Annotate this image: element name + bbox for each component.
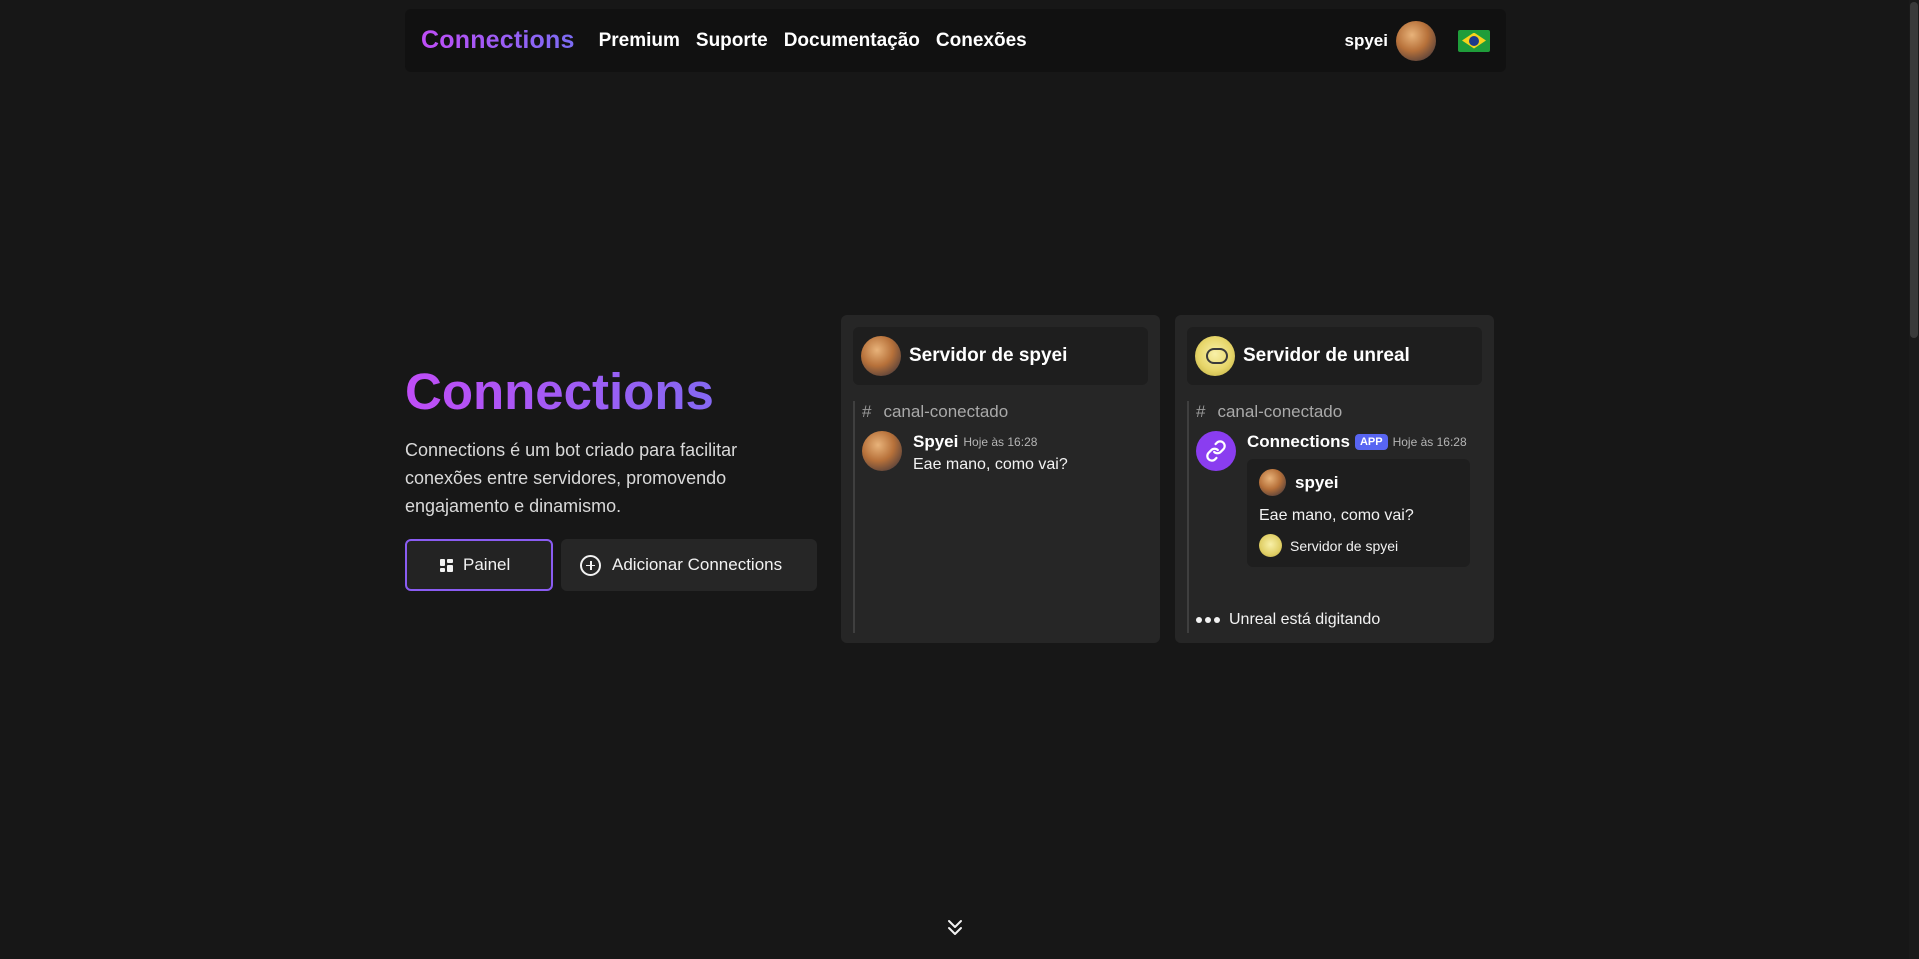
username[interactable]: spyei [1345,31,1388,51]
brazil-flag-icon[interactable] [1458,29,1490,52]
chat-message: Spyei Hoje às 16:28 Eae mano, como vai? [862,431,1148,474]
message-timestamp: Hoje às 16:28 [963,435,1038,449]
channel-body: # canal-conectado Spyei Hoje às 16:28 Ea… [853,401,1148,633]
plus-circle-icon [580,554,601,576]
add-connections-button[interactable]: Adicionar Connections [561,539,817,591]
server-icon [861,336,901,376]
nav-link-premium[interactable]: Premium [599,30,680,52]
server-header: Servidor de unreal [1187,327,1482,385]
server-header: Servidor de spyei [853,327,1148,385]
hash-icon: # [1196,402,1206,421]
typing-text: Unreal está digitando [1229,611,1381,628]
user-menu[interactable]: spyei [1345,20,1490,61]
embed-text: Eae mano, como vai? [1259,507,1414,524]
embed-footer-text: Servidor de spyei [1290,537,1399,554]
painel-button[interactable]: Painel [405,539,553,591]
message-author: Spyei [913,432,959,451]
nav-link-conexoes[interactable]: Conexões [936,30,1027,52]
channel-name: canal-conectado [883,402,1009,421]
double-chevron-down-icon[interactable] [946,918,964,938]
message-avatar [862,431,902,471]
user-avatar[interactable] [1396,20,1436,61]
embed-footer-icon [1259,534,1282,557]
page-scrollbar[interactable] [1909,0,1919,959]
scrollbar-thumb[interactable] [1910,2,1918,338]
channel-name-row: # canal-conectado [862,401,1148,423]
embed-author-name: spyei [1295,472,1339,492]
server-icon [1195,336,1235,376]
message-embed: spyei Eae mano, como vai? Servidor de sp… [1247,459,1470,567]
server-name: Servidor de unreal [1243,345,1410,366]
nav-link-documentacao[interactable]: Documentação [784,30,920,52]
add-connections-button-label: Adicionar Connections [612,555,783,574]
nav-link-suporte[interactable]: Suporte [696,30,768,52]
dashboard-icon [440,558,453,572]
top-navbar: Connections Premium Suporte Documentação… [405,9,1506,72]
message-text: Eae mano, como vai? [913,456,1068,473]
brand-logo-link[interactable]: Connections [421,26,575,55]
hash-icon: # [862,402,872,421]
hero-section: Connections Connections é um bot criado … [405,360,825,591]
embed-author-avatar [1259,469,1286,496]
hero-description: Connections é um bot criado para facilit… [405,440,738,516]
server-name: Servidor de spyei [909,345,1068,366]
hero-title: Connections [405,360,825,424]
hero-buttons: Painel Adicionar Connections [405,539,825,591]
server-card-spyei: Servidor de spyei # canal-conectado Spye… [841,315,1160,643]
channel-name: canal-conectado [1217,402,1343,421]
message-timestamp: Hoje às 16:28 [1392,435,1467,449]
bot-message: Connections APP Hoje às 16:28 spyei Eae … [1196,431,1482,567]
channel-body: # canal-conectado Connections APP Hoje à… [1187,401,1482,633]
painel-button-label: Painel [463,555,511,574]
server-card-unreal: Servidor de unreal # canal-conectado Con… [1175,315,1494,643]
link-icon [1196,431,1236,471]
typing-dots-icon [1196,617,1223,623]
typing-indicator: Unreal está digitando [1196,611,1380,629]
channel-name-row: # canal-conectado [1196,401,1482,423]
app-badge: APP [1354,434,1388,450]
message-author: Connections [1247,432,1350,451]
